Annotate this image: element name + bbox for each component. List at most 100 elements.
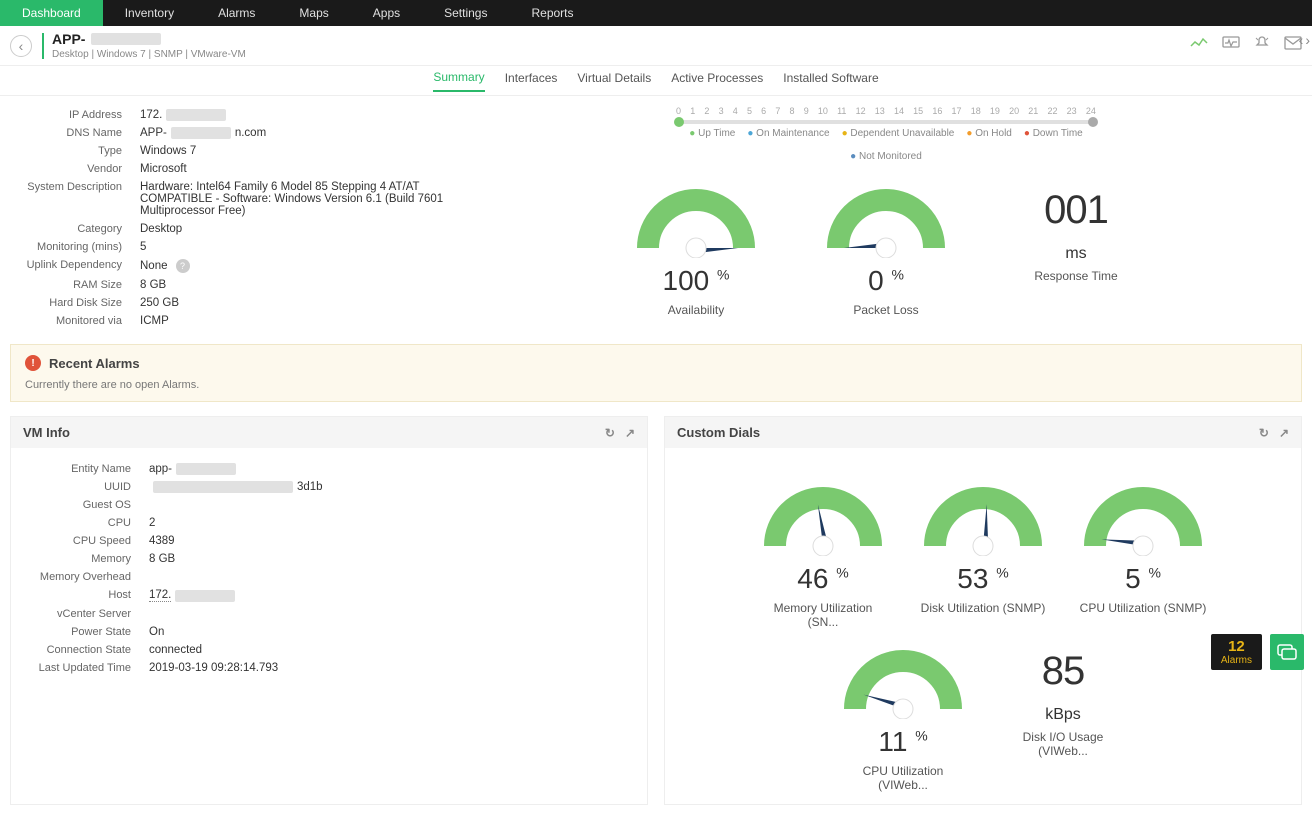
custom-gauges-row2: 11 % CPU Utilization (VIWeb...85 kBps Di… (673, 649, 1293, 792)
chevron-right-icon[interactable]: › (1305, 32, 1310, 48)
redacted (176, 463, 236, 475)
timeline-tick: 16 (932, 106, 942, 116)
prop-text: ICMP (140, 315, 169, 327)
recent-alarms-panel: ! Recent Alarms Currently there are no o… (10, 344, 1302, 402)
prop-value: APP-n.com (140, 127, 450, 139)
uptime-timeline: 0123456789101112131415161718192021222324… (676, 106, 1096, 162)
header-nav-arrows[interactable]: ‹ › (1299, 32, 1310, 48)
redacted (175, 590, 235, 602)
prop-row: Connection Stateconnected (19, 641, 639, 659)
refresh-icon[interactable]: ↻ (1259, 426, 1269, 440)
timeline-start-dot (674, 117, 684, 127)
gauge-label: Disk Utilization (SNMP) (918, 601, 1048, 615)
timeline-tick: 7 (775, 106, 780, 116)
prop-row: Entity Nameapp- (19, 460, 639, 478)
legend-maintenance: On Maintenance (747, 128, 829, 139)
tab-installed-software[interactable]: Installed Software (783, 71, 878, 91)
prop-value: Hardware: Intel64 Family 6 Model 85 Step… (140, 181, 450, 217)
nav-reports[interactable]: Reports (509, 0, 595, 26)
prop-label: Uplink Dependency (10, 259, 140, 273)
timeline-tick: 12 (856, 106, 866, 116)
legend-notmonitored: Not Monitored (850, 151, 922, 162)
custom-dials-title: Custom Dials (677, 425, 760, 440)
gauge-label: Availability (631, 303, 761, 317)
timeline-tick: 18 (971, 106, 981, 116)
gauge-value: 100 % (631, 265, 761, 297)
chevron-left-icon[interactable]: ‹ (1299, 32, 1304, 48)
gauge-unit: ms (1011, 245, 1141, 263)
vm-info-card: VM Info ↻ ↗ Entity Nameapp-UUID3d1bGuest… (10, 416, 648, 805)
tab-summary[interactable]: Summary (433, 70, 484, 92)
prop-link[interactable]: 172. (149, 589, 171, 602)
prop-label: System Description (10, 181, 140, 217)
chat-button[interactable] (1270, 634, 1304, 670)
prop-row: RAM Size8 GB (10, 276, 450, 294)
refresh-icon[interactable]: ↻ (605, 426, 615, 440)
timeline-tick: 1 (690, 106, 695, 116)
monitor-icon[interactable] (1222, 36, 1240, 55)
help-icon[interactable]: ? (176, 259, 190, 273)
prop-text: On (149, 626, 164, 638)
timeline-track[interactable] (676, 120, 1096, 124)
nav-inventory[interactable]: Inventory (103, 0, 196, 26)
prop-text: Hardware: Intel64 Family 6 Model 85 Step… (140, 181, 450, 217)
gauge-label: Packet Loss (821, 303, 951, 317)
tab-virtual-details[interactable]: Virtual Details (577, 71, 651, 91)
prop-row: UUID3d1b (19, 478, 639, 496)
prop-value: Desktop (140, 223, 450, 235)
chart-icon[interactable] (1190, 36, 1208, 55)
prop-value: ICMP (140, 315, 450, 327)
redacted (171, 127, 231, 139)
prop-label: RAM Size (10, 279, 140, 291)
prop-text: 2 (149, 517, 155, 529)
prop-row: CPU Speed4389 (19, 532, 639, 550)
gauge-label: Disk I/O Usage (VIWeb... (998, 730, 1128, 758)
prop-label: Last Updated Time (19, 662, 149, 674)
prop-text: 2019-03-19 09:28:14.793 (149, 662, 278, 674)
prop-row: CPU2 (19, 514, 639, 532)
bell-icon[interactable] (1254, 35, 1270, 56)
expand-icon[interactable]: ↗ (1279, 426, 1289, 440)
prop-label: Entity Name (19, 463, 149, 475)
nav-alarms[interactable]: Alarms (196, 0, 277, 26)
timeline-tick: 11 (837, 106, 846, 116)
custom-dials-card: Custom Dials ↻ ↗ 46 % Memory Utilization… (664, 416, 1302, 805)
nav-dashboard[interactable]: Dashboard (0, 0, 103, 26)
alarms-title: Recent Alarms (49, 356, 140, 371)
timeline-legend: Up Time On Maintenance Dependent Unavail… (676, 128, 1096, 162)
prop-row: Hard Disk Size250 GB (10, 294, 450, 312)
tab-active-processes[interactable]: Active Processes (671, 71, 763, 91)
gauge-label: CPU Utilization (SNMP) (1078, 601, 1208, 615)
timeline-tick: 24 (1086, 106, 1096, 116)
prop-label: Power State (19, 626, 149, 638)
prop-value: connected (149, 644, 639, 656)
tab-interfaces[interactable]: Interfaces (505, 71, 558, 91)
prop-text: 250 GB (140, 297, 179, 309)
nav-settings[interactable]: Settings (422, 0, 509, 26)
top-gauges: 100 % Availability 0 % Packet Loss001 ms… (470, 188, 1302, 317)
alarm-icon: ! (25, 355, 41, 371)
back-button[interactable]: ‹ (10, 35, 32, 57)
prop-label: CPU Speed (19, 535, 149, 547)
prop-value: 5 (140, 241, 450, 253)
prop-label: Vendor (10, 163, 140, 175)
prop-label: IP Address (10, 109, 140, 121)
prop-row: Uplink DependencyNone? (10, 256, 450, 276)
prop-suffix: 3d1b (297, 481, 323, 493)
nav-apps[interactable]: Apps (351, 0, 422, 26)
prop-suffix: n.com (235, 127, 266, 139)
prop-row: vCenter Server (19, 605, 639, 623)
prop-text: Microsoft (140, 163, 187, 175)
prop-label: CPU (19, 517, 149, 529)
summary-properties: IP Address172.DNS NameAPP-n.comTypeWindo… (10, 106, 450, 330)
gauge-memory-utilization-sn-: 46 % Memory Utilization (SN... (758, 486, 888, 629)
prop-value (149, 571, 639, 583)
expand-icon[interactable]: ↗ (625, 426, 635, 440)
alarm-count-label: Alarms (1221, 655, 1252, 666)
nav-maps[interactable]: Maps (277, 0, 350, 26)
alarm-count-badge[interactable]: 12 Alarms (1211, 634, 1262, 670)
gauge-availability: 100 % Availability (631, 188, 761, 317)
gauge-value: 001 (1011, 188, 1141, 233)
alarm-count-number: 12 (1221, 638, 1252, 655)
vm-info-title: VM Info (23, 425, 70, 440)
